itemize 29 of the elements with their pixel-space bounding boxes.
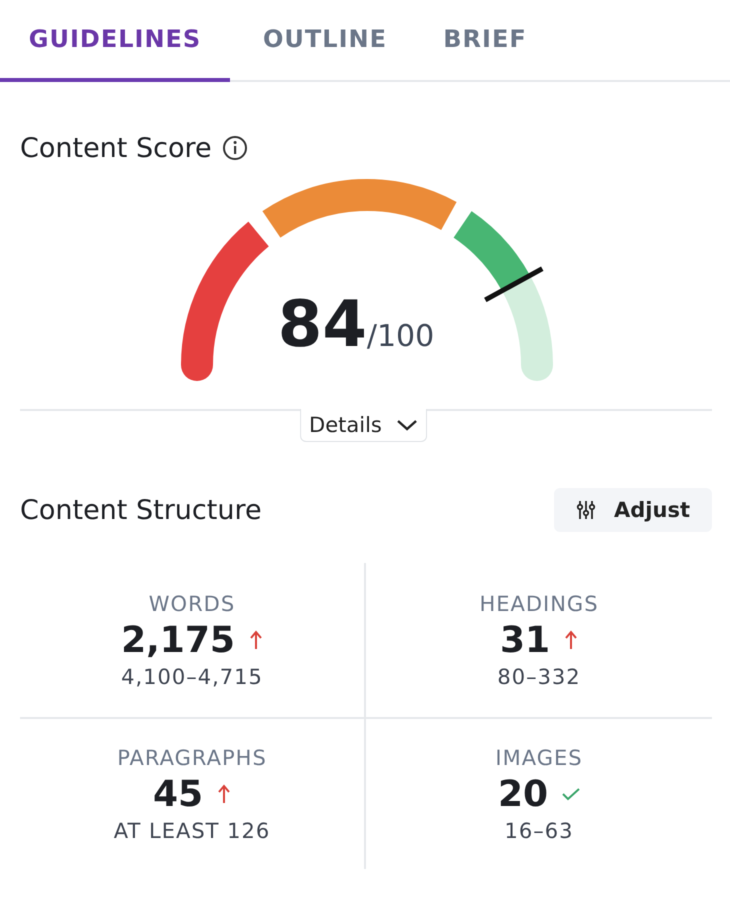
metric-target: 4,100–4,715 [121, 664, 263, 688]
score-max: /100 [366, 319, 434, 354]
tab[interactable]: OUTLINE [230, 0, 420, 82]
metric-label: HEADINGS [479, 592, 599, 616]
sliders-icon [576, 500, 596, 520]
arrow-up-icon [217, 784, 232, 804]
metric-value: 31 [500, 620, 550, 660]
gauge-needle [484, 266, 544, 302]
metric-label: PARAGRAPHS [117, 746, 267, 770]
metric-target: 80–332 [497, 664, 581, 688]
metric-value: 20 [498, 774, 548, 814]
metric-label: WORDS [148, 592, 236, 616]
chevron-down-icon [396, 418, 418, 432]
info-icon[interactable] [222, 135, 248, 161]
tab[interactable]: BRIEF [420, 0, 550, 82]
metric-target: 16–63 [504, 818, 574, 842]
tab[interactable]: GUIDELINES [0, 0, 230, 82]
check-icon [562, 787, 580, 801]
section-title: Content Structure [20, 494, 262, 526]
details-button[interactable]: Details [300, 409, 427, 442]
metric-value: 45 [152, 774, 204, 814]
metric-value: 2,175 [121, 620, 235, 660]
score-value: 84 [278, 288, 367, 362]
section-title: Content Score [20, 132, 212, 164]
adjust-button[interactable]: Adjust [554, 488, 712, 532]
metric-label: IMAGES [495, 746, 583, 770]
arrow-up-icon [564, 630, 578, 650]
arrow-up-icon [248, 630, 263, 650]
metric-target: AT LEAST 126 [114, 818, 270, 842]
